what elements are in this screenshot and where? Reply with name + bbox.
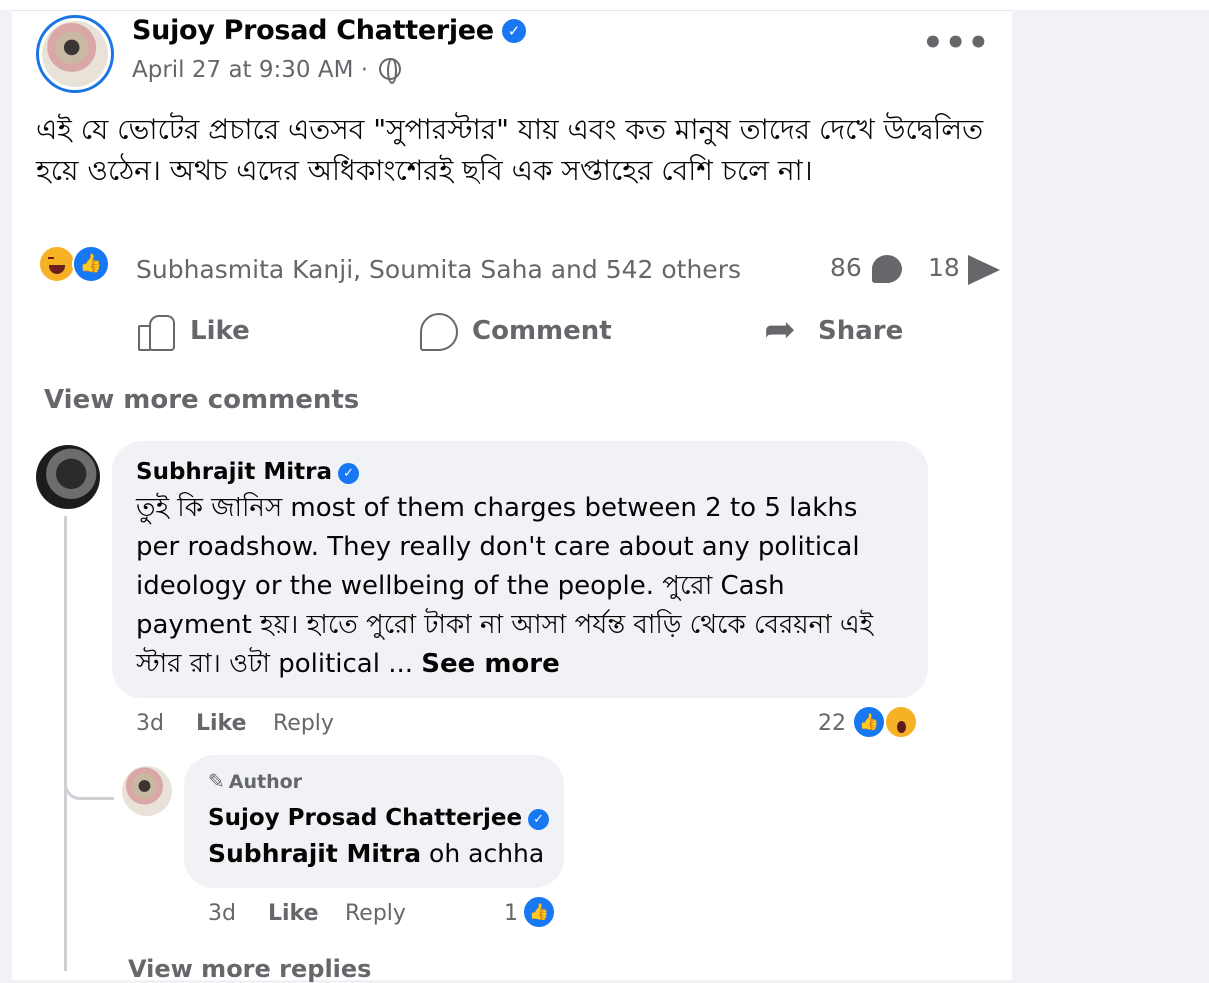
- reply-text: Subhrajit Mitra oh achha: [208, 839, 544, 868]
- post-actions: Like Comment Share: [36, 306, 996, 356]
- comment-like-button[interactable]: Like: [196, 711, 247, 736]
- like-reaction-icon[interactable]: 👍: [522, 895, 556, 929]
- post-body: এই যে ভোটের প্রচারে এতসব "সুপারস্টার" যা…: [36, 113, 984, 187]
- reply-like-button[interactable]: Like: [268, 901, 319, 926]
- comment-bubble: Subhrajit Mitra ✓ তুই কি জানিস most of th…: [112, 441, 928, 698]
- reactors-summary[interactable]: Subhasmita Kanji, Soumita Saha and 542 o…: [136, 255, 741, 284]
- reply-bubble: ✎ Author Sujoy Prosad Chatterjee ✓ Subhraj…: [184, 755, 564, 888]
- meta-separator: ·: [360, 57, 369, 83]
- like-reaction-icon[interactable]: 👍: [72, 245, 110, 283]
- pen-icon: ✎: [208, 769, 225, 793]
- share-icon: [764, 309, 804, 351]
- post-timestamp[interactable]: April 27 at 9:30 AM: [132, 57, 353, 83]
- comment-icon: [418, 311, 458, 351]
- comment-bubble-icon[interactable]: [872, 255, 902, 283]
- author-photo: [42, 21, 108, 87]
- author-badge: ✎ Author: [208, 769, 302, 793]
- comment-button-label: Comment: [472, 316, 612, 346]
- post-card: Sujoy Prosad Chatterjee ✓ April 27 at 9:3…: [12, 10, 1012, 983]
- verified-badge-icon: ✓: [338, 463, 360, 484]
- reply-author-avatar[interactable]: [122, 766, 172, 816]
- comment-reaction-count[interactable]: 22: [818, 711, 846, 736]
- verified-badge-icon: ✓: [501, 19, 526, 43]
- post-author-name[interactable]: Sujoy Prosad Chatterjee: [132, 15, 494, 46]
- like-reaction-icon[interactable]: 👍: [852, 705, 886, 739]
- verified-badge-icon: ✓: [528, 809, 550, 830]
- post-author-header: Sujoy Prosad Chatterjee ✓: [132, 15, 526, 46]
- mention-link[interactable]: Subhrajit Mitra: [208, 839, 421, 868]
- share-arrow-icon[interactable]: [968, 255, 1000, 285]
- reply-reaction-count[interactable]: 1: [504, 901, 518, 926]
- comment-author-header: Subhrajit Mitra ✓: [136, 459, 360, 485]
- comment-count[interactable]: 86: [830, 253, 862, 282]
- feed-gutter: [1012, 10, 1209, 960]
- view-more-comments[interactable]: View more comments: [44, 385, 359, 415]
- share-count[interactable]: 18: [928, 253, 960, 282]
- thumbs-up-icon: [136, 311, 176, 351]
- comment-reply-button[interactable]: Reply: [273, 711, 334, 736]
- comment-text: তুই কি জানিস most of them charges betwee…: [136, 489, 906, 684]
- like-button-label: Like: [190, 316, 250, 346]
- haha-reaction-icon[interactable]: [38, 245, 76, 283]
- reply-reply-button[interactable]: Reply: [345, 901, 406, 926]
- reply-author-name[interactable]: Sujoy Prosad Chatterjee: [208, 805, 522, 831]
- reply-connector: [64, 766, 114, 800]
- comment-age[interactable]: 3d: [136, 711, 164, 736]
- globe-icon[interactable]: [379, 58, 402, 84]
- view-more-replies[interactable]: View more replies: [128, 955, 371, 983]
- comment-author-name[interactable]: Subhrajit Mitra: [136, 459, 332, 485]
- author-avatar[interactable]: [36, 15, 114, 93]
- reply-body: oh achha: [429, 839, 545, 868]
- top-strip: [0, 0, 1209, 10]
- wow-reaction-icon[interactable]: [884, 705, 918, 739]
- comment-button[interactable]: Comment: [418, 306, 612, 356]
- commenter-avatar[interactable]: [36, 445, 100, 509]
- share-button[interactable]: Share: [764, 306, 903, 356]
- thread-line: [64, 516, 67, 971]
- post-meta: April 27 at 9:30 AM ·: [132, 57, 402, 84]
- author-badge-label: Author: [228, 771, 303, 793]
- more-options-button[interactable]: •••: [922, 26, 989, 69]
- like-button[interactable]: Like: [136, 306, 250, 356]
- reply-age[interactable]: 3d: [208, 901, 236, 926]
- share-button-label: Share: [818, 316, 904, 346]
- reply-author-header: Sujoy Prosad Chatterjee ✓: [208, 805, 550, 831]
- see-more-link[interactable]: See more: [421, 649, 559, 679]
- reactions-bar: 👍 Subhasmita Kanji, Soumita Saha and 542…: [38, 245, 1000, 285]
